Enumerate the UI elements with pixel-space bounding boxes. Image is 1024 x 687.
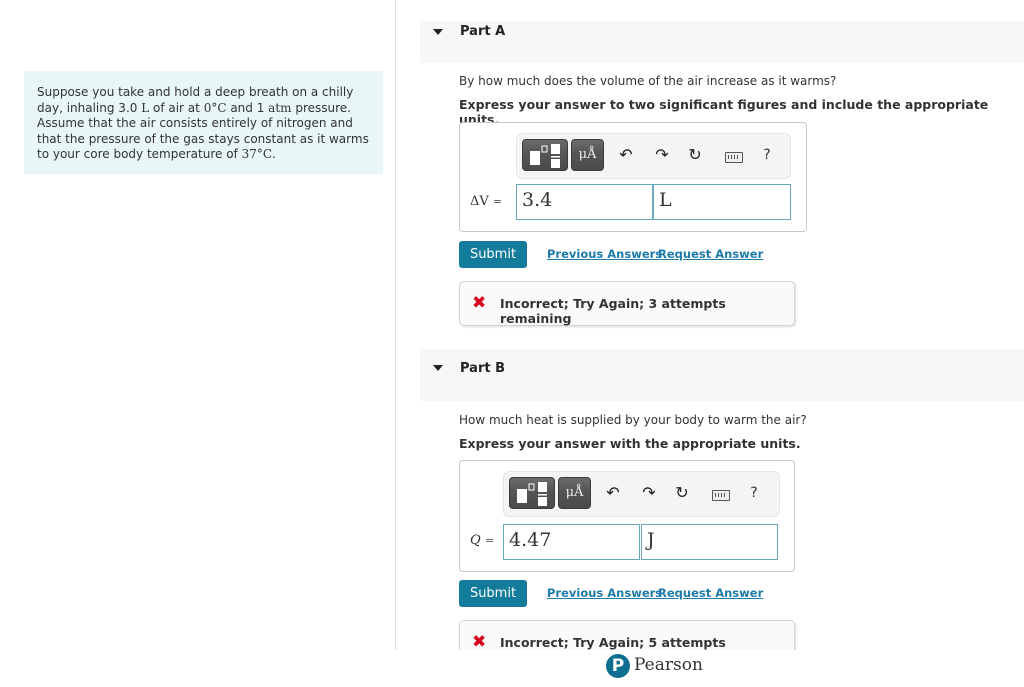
part-b-math-toolbar: μÅ ↶ ↷ ↻ ?	[503, 471, 780, 517]
redo-icon[interactable]: ↷	[639, 483, 659, 503]
part-b-variable-label: Q =	[470, 533, 494, 548]
pearson-logo-icon: P	[606, 654, 630, 678]
part-a-feedback: ✖ Incorrect; Try Again; 3 attempts remai…	[459, 281, 795, 326]
part-b-title: Part B	[460, 361, 506, 376]
pearson-brand-name: Pearson	[634, 655, 703, 675]
part-b-previous-answers-link[interactable]: Previous Answers	[547, 586, 662, 600]
reset-icon[interactable]: ↻	[672, 483, 692, 503]
part-a-value-input[interactable]: 3.4	[516, 184, 653, 220]
part-b-unit-input[interactable]: J	[641, 524, 778, 560]
unit-atm: atm	[268, 100, 292, 115]
help-icon[interactable]: ?	[744, 483, 764, 503]
temperature-37c: 37°C	[241, 147, 273, 161]
help-icon[interactable]: ?	[757, 145, 777, 165]
part-b-instruction: Express your answer with the appropriate…	[459, 436, 801, 451]
part-a-answer-box: μÅ ↶ ↷ ↻ ? ΔV = 3.4 L	[459, 122, 807, 232]
variable-q: Q	[470, 533, 481, 548]
unit-liters: L	[141, 100, 150, 115]
units-button[interactable]: μÅ	[558, 477, 591, 509]
part-a-submit-button[interactable]: Submit	[459, 241, 527, 268]
part-b-request-answer-link[interactable]: Request Answer	[658, 586, 763, 600]
part-a-previous-answers-link[interactable]: Previous Answers	[547, 247, 662, 261]
templates-button[interactable]	[522, 139, 568, 171]
part-b-question: How much heat is supplied by your body t…	[459, 413, 807, 427]
problem-text: .	[272, 147, 276, 161]
part-b-submit-button[interactable]: Submit	[459, 580, 527, 607]
part-a-title: Part A	[460, 24, 506, 39]
keyboard-icon[interactable]	[725, 152, 743, 163]
caret-down-icon[interactable]	[433, 365, 443, 371]
column-divider	[395, 0, 396, 650]
redo-icon[interactable]: ↷	[652, 145, 672, 165]
templates-icon	[530, 144, 560, 168]
part-b-value-input[interactable]: 4.47	[503, 524, 640, 560]
units-button[interactable]: μÅ	[571, 139, 604, 171]
undo-icon[interactable]: ↶	[616, 145, 636, 165]
part-a-request-answer-link[interactable]: Request Answer	[658, 247, 763, 261]
temperature-0c: 0°C	[203, 100, 227, 115]
equals-sign: =	[492, 195, 503, 208]
part-a-header[interactable]: Part A	[420, 21, 1024, 63]
units-label: μÅ	[565, 485, 584, 500]
keyboard-icon[interactable]	[712, 490, 730, 501]
equals-sign: =	[484, 534, 495, 547]
units-label: μÅ	[578, 147, 597, 162]
caret-down-icon[interactable]	[433, 29, 443, 35]
problem-statement: Suppose you take and hold a deep breath …	[24, 71, 383, 174]
reset-icon[interactable]: ↻	[685, 145, 705, 165]
undo-icon[interactable]: ↶	[603, 483, 623, 503]
part-a-variable-label: ΔV =	[470, 194, 502, 209]
incorrect-x-icon: ✖	[472, 293, 487, 313]
part-a-feedback-message: Incorrect; Try Again; 3 attempts remaini…	[500, 296, 726, 326]
part-a-math-toolbar: μÅ ↶ ↷ ↻ ?	[516, 133, 791, 179]
part-b-answer-box: μÅ ↶ ↷ ↻ ? Q = 4.47 J	[459, 460, 795, 572]
problem-text: and 1	[226, 100, 269, 115]
part-a-question: By how much does the volume of the air i…	[459, 74, 837, 88]
incorrect-x-icon: ✖	[472, 632, 487, 652]
templates-icon	[517, 482, 547, 506]
footer-area	[420, 650, 1024, 687]
templates-button[interactable]	[509, 477, 555, 509]
part-b-header[interactable]: Part B	[420, 349, 1024, 401]
part-a-unit-input[interactable]: L	[653, 184, 791, 220]
problem-text: of air at	[149, 100, 204, 115]
variable-delta-v: ΔV	[470, 194, 489, 209]
